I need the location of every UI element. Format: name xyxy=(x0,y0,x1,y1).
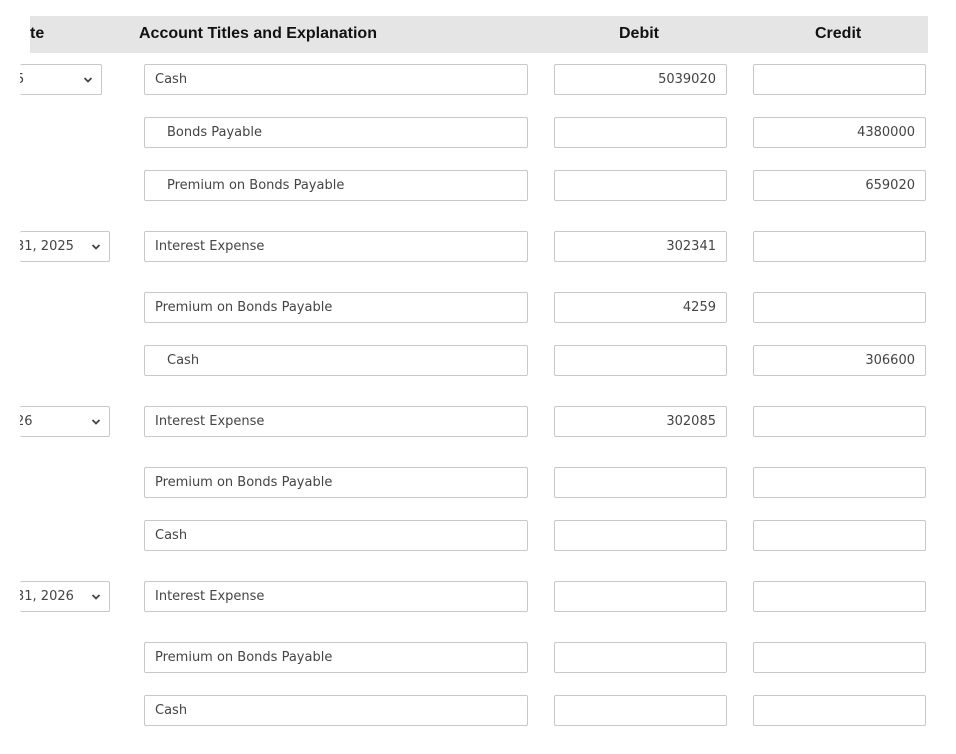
credit-input[interactable] xyxy=(753,231,926,262)
debit-input[interactable] xyxy=(554,581,727,612)
date-value: 26 xyxy=(20,414,33,429)
credit-input[interactable] xyxy=(753,117,926,148)
date-select[interactable]: 31, 2025 xyxy=(20,231,110,262)
debit-input[interactable] xyxy=(554,117,727,148)
account-input[interactable] xyxy=(144,345,528,376)
credit-input[interactable] xyxy=(753,170,926,201)
chevron-down-icon xyxy=(91,593,101,600)
header-credit: Credit xyxy=(815,25,862,42)
debit-input[interactable] xyxy=(554,520,727,551)
chevron-down-icon xyxy=(91,243,101,250)
credit-input[interactable] xyxy=(753,64,926,95)
header-date: te xyxy=(30,25,45,42)
account-input[interactable] xyxy=(144,117,528,148)
credit-input[interactable] xyxy=(753,406,926,437)
credit-input[interactable] xyxy=(753,642,926,673)
account-input[interactable] xyxy=(144,231,528,262)
debit-input[interactable] xyxy=(554,406,727,437)
credit-input[interactable] xyxy=(753,695,926,726)
account-input[interactable] xyxy=(144,695,528,726)
credit-input[interactable] xyxy=(753,292,926,323)
debit-input[interactable] xyxy=(554,345,727,376)
account-input[interactable] xyxy=(144,170,528,201)
header-debit: Debit xyxy=(619,25,659,42)
date-value: 5 xyxy=(20,72,24,87)
date-select[interactable]: 26 xyxy=(20,406,110,437)
date-value: 31, 2025 xyxy=(20,239,74,254)
header-account: Account Titles and Explanation xyxy=(139,25,377,42)
account-input[interactable] xyxy=(144,581,528,612)
chevron-down-icon xyxy=(91,418,101,425)
account-input[interactable] xyxy=(144,520,528,551)
debit-input[interactable] xyxy=(554,64,727,95)
account-input[interactable] xyxy=(144,64,528,95)
debit-input[interactable] xyxy=(554,467,727,498)
date-select[interactable]: 31, 2026 xyxy=(20,581,110,612)
account-input[interactable] xyxy=(144,642,528,673)
account-input[interactable] xyxy=(144,292,528,323)
credit-input[interactable] xyxy=(753,467,926,498)
debit-input[interactable] xyxy=(554,695,727,726)
account-input[interactable] xyxy=(144,406,528,437)
chevron-down-icon xyxy=(83,76,93,83)
debit-input[interactable] xyxy=(554,642,727,673)
debit-input[interactable] xyxy=(554,231,727,262)
credit-input[interactable] xyxy=(753,345,926,376)
credit-input[interactable] xyxy=(753,581,926,612)
credit-input[interactable] xyxy=(753,520,926,551)
date-value: 31, 2026 xyxy=(20,589,74,604)
date-select[interactable]: 5 xyxy=(20,64,102,95)
account-input[interactable] xyxy=(144,467,528,498)
debit-input[interactable] xyxy=(554,292,727,323)
table-header: te Account Titles and Explanation Debit … xyxy=(30,16,928,53)
debit-input[interactable] xyxy=(554,170,727,201)
